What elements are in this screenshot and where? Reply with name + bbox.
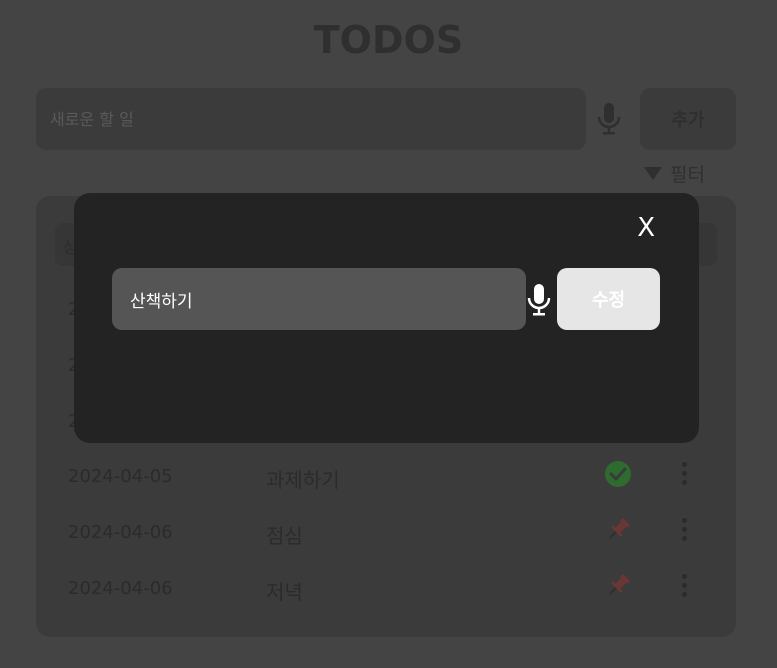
page-title: TODOS [313,18,464,62]
edit-save-button[interactable]: 수정 [557,268,660,330]
microphone-icon[interactable] [527,283,551,317]
edit-todo-input[interactable] [112,268,526,330]
list-item: 2024-04-06 저녁 [36,568,736,608]
todo-text[interactable]: 과제하기 [266,464,340,493]
todo-date: 2024-04-06 [68,522,173,543]
triangle-down-icon [644,167,662,180]
more-options-icon[interactable] [680,574,688,600]
list-item: 2024-04-05 과제하기 [36,456,736,496]
filter-toggle[interactable]: 필터 [644,160,705,187]
list-item: 2024-04-06 점심 [36,512,736,552]
more-options-icon[interactable] [680,462,688,488]
more-options-icon[interactable] [680,518,688,544]
todo-text[interactable]: 점심 [266,520,303,549]
pin-icon[interactable] [604,516,632,544]
todo-app: TODOS 추가 필터 상 2 2 2 2024-04-05 과제하기 [0,0,777,668]
todo-text[interactable]: 저녁 [266,576,303,605]
new-todo-input[interactable] [36,88,586,150]
todo-date: 2024-04-06 [68,578,173,599]
check-circle-icon[interactable] [604,460,632,488]
pin-icon[interactable] [604,572,632,600]
add-button[interactable]: 추가 [640,88,736,150]
close-button[interactable]: X [637,213,655,243]
filter-label: 필터 [670,164,705,186]
microphone-icon[interactable] [596,102,622,136]
todo-date: 2024-04-05 [68,466,173,487]
edit-modal: X 수정 [74,193,699,443]
